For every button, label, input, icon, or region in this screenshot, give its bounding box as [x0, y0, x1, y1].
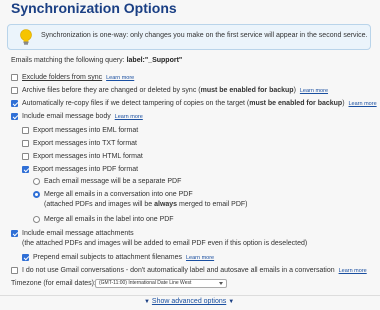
export-txt-label: Export messages into TXT format [33, 140, 138, 147]
prepend-subjects-label: Prepend email subjects to attachment fil… [33, 254, 215, 261]
no-gmail-conversations-label: I do not use Gmail conversations - don't… [22, 267, 367, 274]
export-eml-checkbox[interactable] [22, 127, 29, 134]
export-html-checkbox[interactable] [22, 153, 29, 160]
learn-more-link[interactable]: Learn more [339, 268, 367, 274]
show-advanced-options-link[interactable]: ▼ Show advanced options ▼ [144, 298, 234, 305]
include-attachments-note: (the attached PDFs and images will be ad… [22, 240, 308, 247]
page-title: Synchronization Options [11, 0, 177, 16]
pdf-merge-label-label: Merge all emails in the label into one P… [44, 216, 174, 223]
exclude-folders-checkbox[interactable] [11, 74, 18, 81]
learn-more-link[interactable]: Learn more [115, 114, 143, 120]
include-attachments-checkbox[interactable] [11, 230, 18, 237]
query-line: Emails matching the following query: lab… [11, 57, 183, 64]
recopy-label: Automatically re-copy files if we detect… [22, 100, 377, 107]
sync-notice: Synchronization is one-way: only changes… [7, 24, 371, 50]
notice-text: Synchronization is one-way: only changes… [41, 32, 368, 39]
export-pdf-checkbox[interactable] [22, 166, 29, 173]
pdf-separate-radio[interactable] [33, 178, 40, 185]
query-value: label:"_Support" [126, 57, 183, 64]
include-body-checkbox[interactable] [11, 113, 18, 120]
timezone-label: Timezone (for email dates): [11, 280, 96, 287]
triangle-down-icon: ▼ [144, 299, 150, 305]
export-txt-checkbox[interactable] [22, 140, 29, 147]
pdf-separate-label: Each email message will be a separate PD… [44, 178, 182, 185]
recopy-checkbox[interactable] [11, 100, 18, 107]
pdf-merge-conversation-label: Merge all emails in a conversation into … [44, 191, 193, 198]
learn-more-link[interactable]: Learn more [300, 88, 328, 94]
divider [0, 295, 380, 296]
archive-files-checkbox[interactable] [11, 87, 18, 94]
export-eml-label: Export messages into EML format [33, 127, 139, 134]
pdf-merge-conversation-note: (attached PDFs and images will be always… [44, 201, 248, 208]
pdf-merge-conversation-radio[interactable] [33, 191, 40, 198]
prepend-subjects-checkbox[interactable] [22, 254, 29, 261]
lightbulb-icon [20, 29, 32, 45]
timezone-select[interactable]: (GMT-11:00) International Date Line West [95, 279, 227, 288]
exclude-folders-label: Exclude folders from sync Learn more [22, 74, 135, 81]
export-pdf-label: Export messages into PDF format [33, 166, 139, 173]
learn-more-link[interactable]: Learn more [186, 255, 214, 261]
triangle-down-icon: ▼ [228, 299, 235, 305]
archive-files-label: Archive files before they are changed or… [22, 87, 329, 94]
export-html-label: Export messages into HTML format [33, 153, 143, 160]
no-gmail-conversations-checkbox[interactable] [11, 267, 18, 274]
include-body-label: Include email message body Learn more [22, 113, 143, 120]
learn-more-link[interactable]: Learn more [106, 75, 134, 81]
pdf-merge-label-radio[interactable] [33, 216, 40, 223]
learn-more-link[interactable]: Learn more [349, 101, 377, 107]
include-attachments-label: Include email message attachments [22, 230, 134, 237]
